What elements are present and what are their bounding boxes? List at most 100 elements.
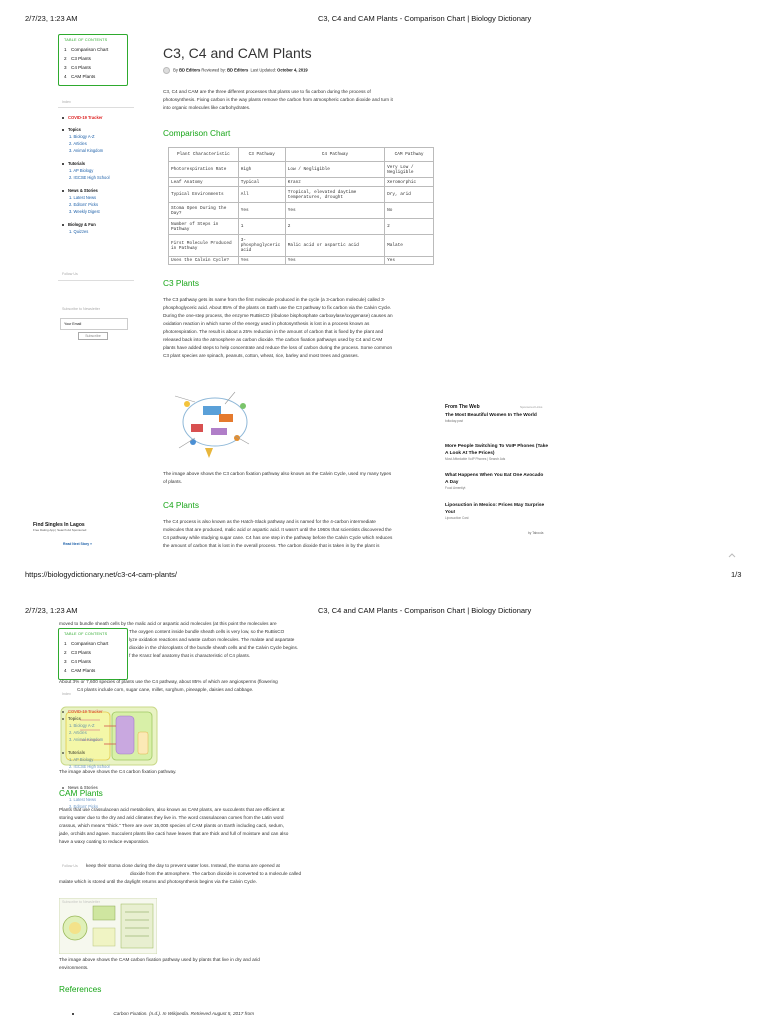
text-line: photorespiration. The result is about a … bbox=[163, 329, 384, 334]
page-2: 2/7/23, 1:23 AM C3, C4 and CAM Plants - … bbox=[0, 596, 768, 1024]
newsletter-subscribe-button[interactable]: Subscribe bbox=[78, 332, 108, 340]
newsletter-email-input[interactable]: Your Email bbox=[60, 318, 128, 330]
table-cell: Kranz bbox=[284, 177, 386, 187]
toc-title: TABLE OF CONTENTS bbox=[64, 632, 108, 636]
c4-continued-lines: The oxygen content inside bundle sheath … bbox=[129, 628, 379, 660]
section-heading-comparison-chart: Comparison Chart bbox=[163, 128, 231, 138]
sidebar-item-biology-fun[interactable]: Biology & Fun bbox=[62, 221, 134, 228]
sidebar-subitem-editors-picks[interactable]: 2. Editors' Picks bbox=[62, 201, 134, 208]
print-footer-page: 1/3 bbox=[731, 570, 742, 579]
sidebar-item-tutorials[interactable]: Tutorials bbox=[62, 160, 134, 167]
sidebar-item-news-stories[interactable]: News & Stories bbox=[62, 187, 134, 194]
text-line: C3 plant species are spinach, peanuts, c… bbox=[163, 353, 359, 358]
sidebar-subitem-biology-a-z[interactable]: 1. Biology A-Z bbox=[62, 722, 134, 729]
bullet-icon bbox=[72, 1012, 74, 1015]
bullet-icon bbox=[62, 751, 64, 754]
text-line: The oxygen content inside bundle sheath … bbox=[129, 629, 285, 634]
toc-label: C4 Plants bbox=[71, 65, 91, 70]
toc-item-cam-plants[interactable]: 4 CAM Plants bbox=[64, 666, 122, 675]
table-row: Uses the Calvin Cycle? Yes Yes Yes bbox=[168, 256, 434, 265]
toc-item-c3-plants[interactable]: 2 C3 Plants bbox=[64, 648, 122, 657]
toc-label: C4 Plants bbox=[71, 659, 91, 664]
sidebar-index-label: Index bbox=[62, 692, 71, 696]
sidebar-follow-label: Follow Us bbox=[62, 272, 78, 276]
c4-continued-line: moved to bundle sheath cells by the mali… bbox=[59, 621, 277, 626]
sidebar-subitem-biology-a-z[interactable]: 1. Biology A-Z bbox=[62, 133, 134, 140]
text-line: About 3% or 7,600 species of plants use … bbox=[59, 679, 278, 684]
text-line: During the one-step process, the enzyme … bbox=[163, 313, 393, 318]
table-cell: 3-phosphoglyceric acid bbox=[237, 234, 286, 257]
reviewer-link[interactable]: BD Editors bbox=[227, 68, 248, 73]
updated-prefix: Last Updated: bbox=[250, 67, 277, 73]
read-next-story-link[interactable]: Read Next Story » bbox=[33, 542, 113, 546]
table-cell: Typical Environments bbox=[168, 186, 239, 203]
toc-item-c4-plants[interactable]: 3 C4 Plants bbox=[64, 63, 122, 72]
section-heading-references: References bbox=[59, 984, 102, 994]
cam-pathway-diagram bbox=[59, 898, 157, 954]
toc-item-comparison-chart[interactable]: 1 Comparison Chart bbox=[64, 45, 122, 54]
sidebar-subitem-weekly-digest[interactable]: 3. Weekly Digest bbox=[62, 208, 134, 215]
c4-paragraph: The C4 process is also known as the Hatc… bbox=[163, 518, 443, 550]
sidebar-index-label: Index bbox=[62, 100, 71, 104]
bullet-icon bbox=[62, 223, 64, 226]
table-row: Photorespiration Rate High Low / Negligi… bbox=[168, 161, 434, 178]
toc-label: C3 Plants bbox=[71, 650, 91, 655]
ad-item[interactable]: What Happens When You Eat One Avocado A … bbox=[445, 472, 545, 491]
text-line: C4 pathway while studying sugar cane. C4… bbox=[163, 535, 393, 540]
sidebar-subitem-quizzes[interactable]: 1. Quizzes bbox=[62, 228, 134, 235]
toc-num: 1 bbox=[64, 641, 67, 646]
column-header: CAM Pathway bbox=[384, 147, 434, 162]
table-cell: Tropical, elevated daytime temperatures,… bbox=[284, 186, 386, 203]
sidebar-subitem-latest-news[interactable]: 1. Latest News bbox=[62, 194, 134, 201]
sidebar-subitem-ap-biology[interactable]: 1. AP Biology bbox=[62, 756, 134, 763]
ad-by-taboola[interactable]: by Taboola bbox=[528, 531, 543, 535]
sidebar-subitem-articles[interactable]: 2. Articles bbox=[62, 140, 134, 147]
table-row: Stoma Open During the Day? Yes Yes No bbox=[168, 202, 434, 219]
sidebar-item-topics[interactable]: Topics bbox=[62, 126, 134, 133]
comparison-table: Plant Characteristic C3 Pathway C4 Pathw… bbox=[168, 147, 434, 265]
sidebar-subitem-igcse[interactable]: 2. IGCSE High School bbox=[62, 174, 134, 181]
c3-image-caption: The image above shows the C3 carbon fixa… bbox=[163, 470, 443, 486]
text-line: jade, orchids and agave. Succulent plant… bbox=[59, 831, 289, 836]
sidebar-item-label: News & Stories bbox=[68, 188, 98, 193]
text-line: malate which is stored until the dayligh… bbox=[59, 879, 258, 884]
author-link[interactable]: BD Editors bbox=[179, 68, 200, 73]
sidebar-item-covid-tracker[interactable]: COVID-19 Tracker bbox=[62, 114, 134, 121]
sidebar-subitem-animal-kingdom[interactable]: 3. Animal Kingdom bbox=[62, 147, 134, 154]
sidebar-item-covid-tracker[interactable]: COVID-19 Tracker bbox=[62, 708, 134, 715]
toc-item-c4-plants[interactable]: 3 C4 Plants bbox=[64, 657, 122, 666]
sidebar-subitem-articles[interactable]: 2. Articles bbox=[62, 729, 134, 736]
ad-title: What Happens When You Eat One Avocado A … bbox=[445, 473, 544, 485]
intro-paragraph: C3, C4 and CAM are the three different p… bbox=[163, 88, 443, 112]
toc-label: Comparison Chart bbox=[71, 47, 109, 52]
column-header: Plant Characteristic bbox=[168, 147, 239, 162]
bullet-icon bbox=[62, 710, 64, 713]
sidebar-subitem-animal-kingdom[interactable]: 3. Animal Kingdom bbox=[62, 736, 134, 743]
sidebar-item-tutorials[interactable]: Tutorials bbox=[62, 749, 134, 756]
toc-item-comparison-chart[interactable]: 1 Comparison Chart bbox=[64, 639, 122, 648]
ad-item[interactable]: More People Switching To VoIP Phones (Ta… bbox=[445, 443, 550, 462]
sidebar-subitem-ap-biology[interactable]: 1. AP Biology bbox=[62, 167, 134, 174]
sidebar-item-topics[interactable]: Topics bbox=[62, 715, 134, 722]
toc-label: CAM Plants bbox=[71, 668, 96, 673]
toc-item-cam-plants[interactable]: 4 CAM Plants bbox=[64, 72, 122, 81]
table-cell: Malic acid or aspartic acid bbox=[284, 234, 386, 257]
left-ad[interactable]: Find Singles In Lagos Free Dating App | … bbox=[33, 522, 113, 546]
ad-item[interactable]: Liposuction in Mexico: Prices May Surpri… bbox=[445, 502, 545, 521]
cam-image-caption: The image above shows the CAM carbon fix… bbox=[59, 956, 349, 972]
table-of-contents-overlay: TABLE OF CONTENTS 1 Comparison Chart 2 C3 … bbox=[58, 628, 128, 680]
ad-from-web-label: From The Web bbox=[445, 404, 480, 410]
column-header: C3 Pathway bbox=[237, 147, 286, 162]
text-line: C3, C4 and CAM are the three different p… bbox=[163, 89, 371, 94]
sidebar-divider bbox=[58, 107, 134, 108]
toc-item-c3-plants[interactable]: 2 C3 Plants bbox=[64, 54, 122, 63]
text-line: storing water due to the dry and arid cl… bbox=[59, 815, 284, 820]
sidebar-subitem-latest-news[interactable]: 1. Latest News bbox=[62, 796, 134, 803]
chevron-up-icon[interactable] bbox=[728, 552, 736, 558]
ad-item[interactable]: The Most Beautiful Women In The World bd… bbox=[445, 412, 545, 424]
updated-date: October 4, 2019 bbox=[277, 67, 308, 73]
bullet-icon bbox=[62, 128, 64, 131]
byline-by: By bbox=[173, 67, 178, 73]
ad-source: Food Amentiyt bbox=[445, 486, 466, 490]
section-heading-c4-plants: C4 Plants bbox=[163, 500, 199, 510]
